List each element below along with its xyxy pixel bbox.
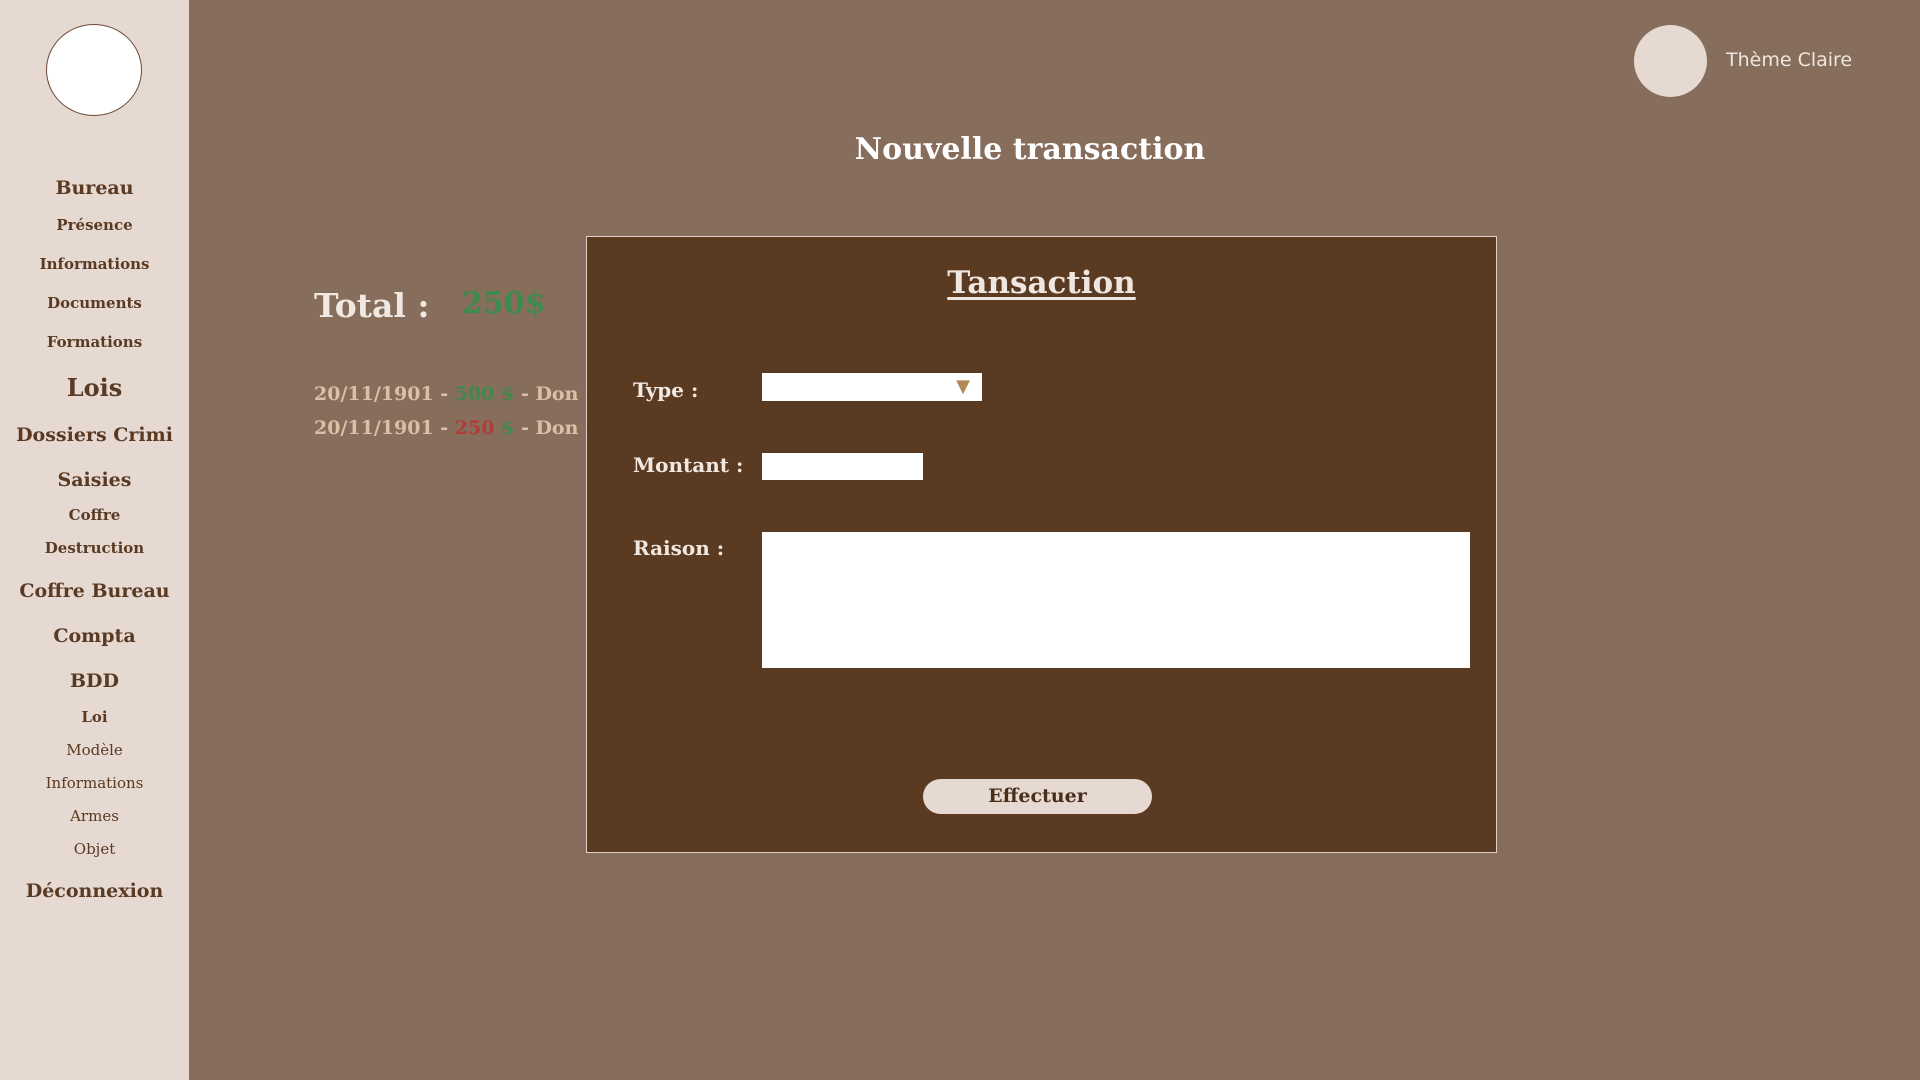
chevron-down-icon[interactable]: ▼ bbox=[956, 376, 970, 397]
sidebar-item-deconnexion[interactable]: Déconnexion bbox=[0, 880, 189, 902]
transaction-date: 20/11/1901 - bbox=[314, 383, 449, 405]
sidebar-item-objet[interactable]: Objet bbox=[0, 840, 189, 858]
sidebar-item-loi[interactable]: Loi bbox=[0, 708, 189, 726]
sidebar: Bureau Présence Informations Documents F… bbox=[0, 0, 189, 1080]
list-item: 20/11/1901 - 500 $ - Don d bbox=[314, 383, 598, 405]
sidebar-item-compta[interactable]: Compta bbox=[0, 625, 189, 647]
sidebar-item-informations[interactable]: Informations bbox=[0, 255, 189, 273]
sidebar-item-bureau[interactable]: Bureau bbox=[0, 177, 189, 199]
sidebar-item-bdd[interactable]: BDD bbox=[0, 670, 189, 692]
sidebar-item-lois[interactable]: Lois bbox=[0, 373, 189, 402]
amount-label: Montant : bbox=[633, 453, 744, 477]
amount-input[interactable] bbox=[762, 453, 923, 480]
sidebar-item-dossiers-crimi[interactable]: Dossiers Crimi bbox=[0, 424, 189, 446]
total-value: 250$ bbox=[462, 286, 546, 321]
reason-textarea[interactable] bbox=[762, 532, 1470, 668]
sidebar-item-documents[interactable]: Documents bbox=[0, 294, 189, 312]
transaction-amount: 500 bbox=[454, 383, 495, 405]
theme-toggle[interactable] bbox=[1634, 25, 1707, 97]
sidebar-item-coffre-bureau[interactable]: Coffre Bureau bbox=[0, 580, 189, 602]
page-title: Nouvelle transaction bbox=[854, 132, 1206, 167]
type-label: Type : bbox=[633, 378, 699, 402]
type-select[interactable]: ▼ bbox=[762, 373, 982, 401]
avatar[interactable] bbox=[46, 24, 142, 116]
total-label: Total : bbox=[314, 286, 430, 325]
sidebar-item-armes[interactable]: Armes bbox=[0, 807, 189, 825]
transaction-modal: Tansaction Type : ▼ Montant : Raison : E… bbox=[586, 236, 1497, 853]
transaction-amount: 250 bbox=[454, 417, 495, 439]
sidebar-item-coffre[interactable]: Coffre bbox=[0, 506, 189, 524]
sidebar-item-presence[interactable]: Présence bbox=[0, 216, 189, 234]
sidebar-item-saisies[interactable]: Saisies bbox=[0, 469, 189, 491]
transaction-date: 20/11/1901 - bbox=[314, 417, 449, 439]
sidebar-item-destruction[interactable]: Destruction bbox=[0, 539, 189, 557]
sidebar-item-bdd-informations[interactable]: Informations bbox=[0, 774, 189, 792]
transaction-currency: $ bbox=[501, 417, 515, 439]
sidebar-item-formations[interactable]: Formations bbox=[0, 333, 189, 351]
transaction-currency: $ bbox=[501, 383, 515, 405]
theme-label[interactable]: Thème Claire bbox=[1726, 49, 1852, 71]
sidebar-item-modele[interactable]: Modèle bbox=[0, 741, 189, 759]
submit-button[interactable]: Effectuer bbox=[923, 779, 1152, 814]
list-item: 20/11/1901 - 250 $ - Don d bbox=[314, 417, 598, 439]
modal-title: Tansaction bbox=[947, 265, 1136, 301]
reason-label: Raison : bbox=[633, 536, 725, 560]
